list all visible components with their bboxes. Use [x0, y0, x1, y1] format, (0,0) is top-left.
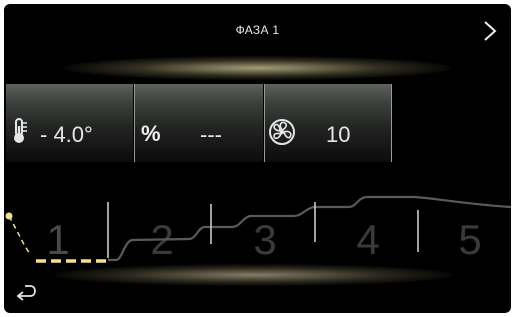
active-profile-dash [8, 215, 31, 255]
humidity-value: --- [200, 122, 222, 147]
phase-number-4[interactable]: 4 [356, 216, 379, 263]
phase-screen: ФАЗА 1 - 4.0° % --- 10 1 2 3 4 5 [4, 4, 511, 313]
chevron-right-icon[interactable] [479, 18, 501, 44]
return-arrow-icon[interactable] [14, 282, 38, 302]
phase-number-5[interactable]: 5 [458, 216, 481, 263]
phase-number-3[interactable]: 3 [253, 216, 276, 263]
fan-icon [269, 119, 295, 145]
fan-value: 10 [326, 122, 351, 147]
header-glow [64, 56, 451, 80]
footer-glow [54, 264, 454, 286]
phase-number-1[interactable]: 1 [46, 216, 69, 263]
phase-profile-chart[interactable]: 1 2 3 4 5 [4, 184, 511, 274]
cell-divider [391, 84, 392, 162]
thermometer-icon [14, 118, 27, 143]
page-title: ФАЗА 1 [235, 23, 280, 37]
cell-divider [264, 84, 265, 162]
cell-divider [134, 84, 135, 162]
humidity-symbol: % [141, 121, 161, 146]
temperature-value: - 4.0° [40, 122, 93, 147]
